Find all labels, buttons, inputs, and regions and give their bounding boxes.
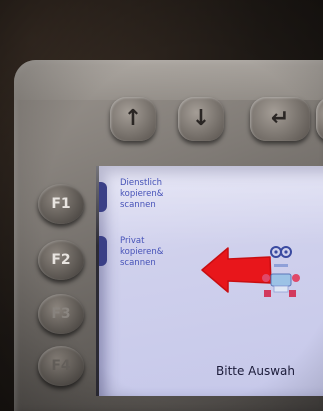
option2-line: kopieren&	[120, 247, 164, 257]
up-arrow-icon: ↑	[123, 106, 143, 131]
option2-line: scannen	[120, 258, 156, 268]
down-arrow-button[interactable]: ↓	[178, 97, 224, 141]
robot-mascot-icon	[262, 246, 300, 297]
f2-key[interactable]: F2	[38, 240, 84, 280]
option1-line: Dienstlich	[120, 178, 163, 188]
f1-key[interactable]: F1	[38, 184, 84, 224]
option1-tab	[99, 182, 107, 212]
down-arrow-icon: ↓	[191, 106, 211, 131]
selection-prompt-text: Bitte Auswah	[216, 364, 296, 378]
option2-tab	[99, 236, 107, 266]
option-business-copy-scan[interactable]: Dienstlich kopieren& scannen	[120, 178, 163, 211]
option1-line: scannen	[120, 200, 156, 210]
printer-control-panel-photo: ↑ ↓ ↵ F1 F2 F3 F4 Dienstlich kopieren& s…	[0, 0, 323, 411]
option1-line: kopieren&	[120, 189, 164, 199]
option-private-copy-scan[interactable]: Privat kopieren& scannen	[120, 236, 163, 269]
f3-key[interactable]: F3	[38, 294, 84, 334]
option2-line: Privat	[120, 236, 145, 246]
up-arrow-button[interactable]: ↑	[110, 97, 156, 141]
f4-key[interactable]: F4	[38, 346, 84, 386]
enter-icon: ↵	[270, 106, 290, 131]
enter-button[interactable]: ↵	[250, 97, 310, 141]
